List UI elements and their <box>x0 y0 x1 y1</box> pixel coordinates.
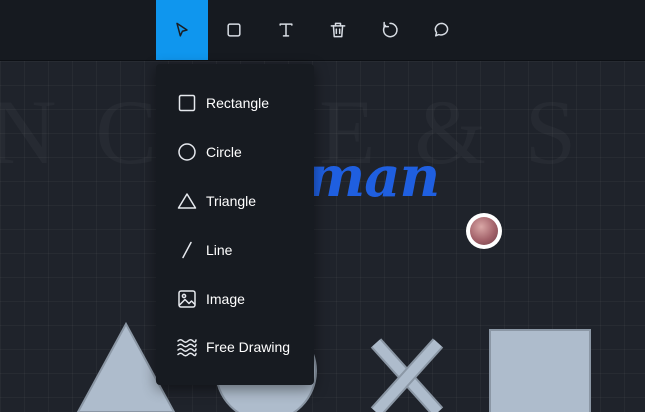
user-avatar[interactable] <box>466 213 502 249</box>
menu-item-rectangle[interactable]: Rectangle <box>156 86 314 120</box>
line-icon <box>177 240 197 260</box>
menu-item-label: Line <box>206 242 233 258</box>
shape-dropdown-menu: Rectangle Circle Triangle Line Image Fre… <box>156 64 314 385</box>
menu-item-label: Image <box>206 291 245 307</box>
text-tool-button[interactable] <box>260 0 312 60</box>
rectangle-tool-button[interactable] <box>208 0 260 60</box>
menu-item-triangle[interactable]: Triangle <box>156 184 314 218</box>
avatar-photo <box>470 217 498 245</box>
canvas-shapes-layer <box>76 320 591 412</box>
canvas-cross-shape[interactable] <box>370 338 444 412</box>
menu-item-label: Rectangle <box>206 95 270 111</box>
menu-item-line[interactable]: Line <box>156 233 314 267</box>
menu-item-label: Circle <box>206 144 242 160</box>
cursor-arrow-icon <box>176 22 188 37</box>
menu-item-circle[interactable]: Circle <box>156 135 314 169</box>
drawing-canvas[interactable]: N C ATE & S man <box>0 61 645 412</box>
comment-tool-button[interactable] <box>416 0 468 60</box>
delete-tool-button[interactable] <box>312 0 364 60</box>
menu-item-image[interactable]: Image <box>156 282 314 316</box>
chat-bubble-icon <box>434 22 449 37</box>
circle-icon <box>177 142 197 162</box>
reset-tool-button[interactable] <box>364 0 416 60</box>
menu-item-label: Triangle <box>206 193 257 209</box>
toolbar <box>0 0 645 61</box>
text-t-icon <box>279 23 293 37</box>
canvas-square-shape[interactable] <box>489 329 591 412</box>
refresh-icon <box>382 21 398 38</box>
image-icon <box>177 289 197 309</box>
waves-icon <box>177 337 197 357</box>
triangle-icon <box>177 191 197 211</box>
select-tool-button[interactable] <box>156 0 208 60</box>
trash-icon <box>330 22 346 38</box>
square-icon <box>177 93 197 113</box>
square-icon <box>227 23 241 37</box>
menu-item-free-drawing[interactable]: Free Drawing <box>156 330 314 364</box>
menu-item-label: Free Drawing <box>206 339 291 355</box>
